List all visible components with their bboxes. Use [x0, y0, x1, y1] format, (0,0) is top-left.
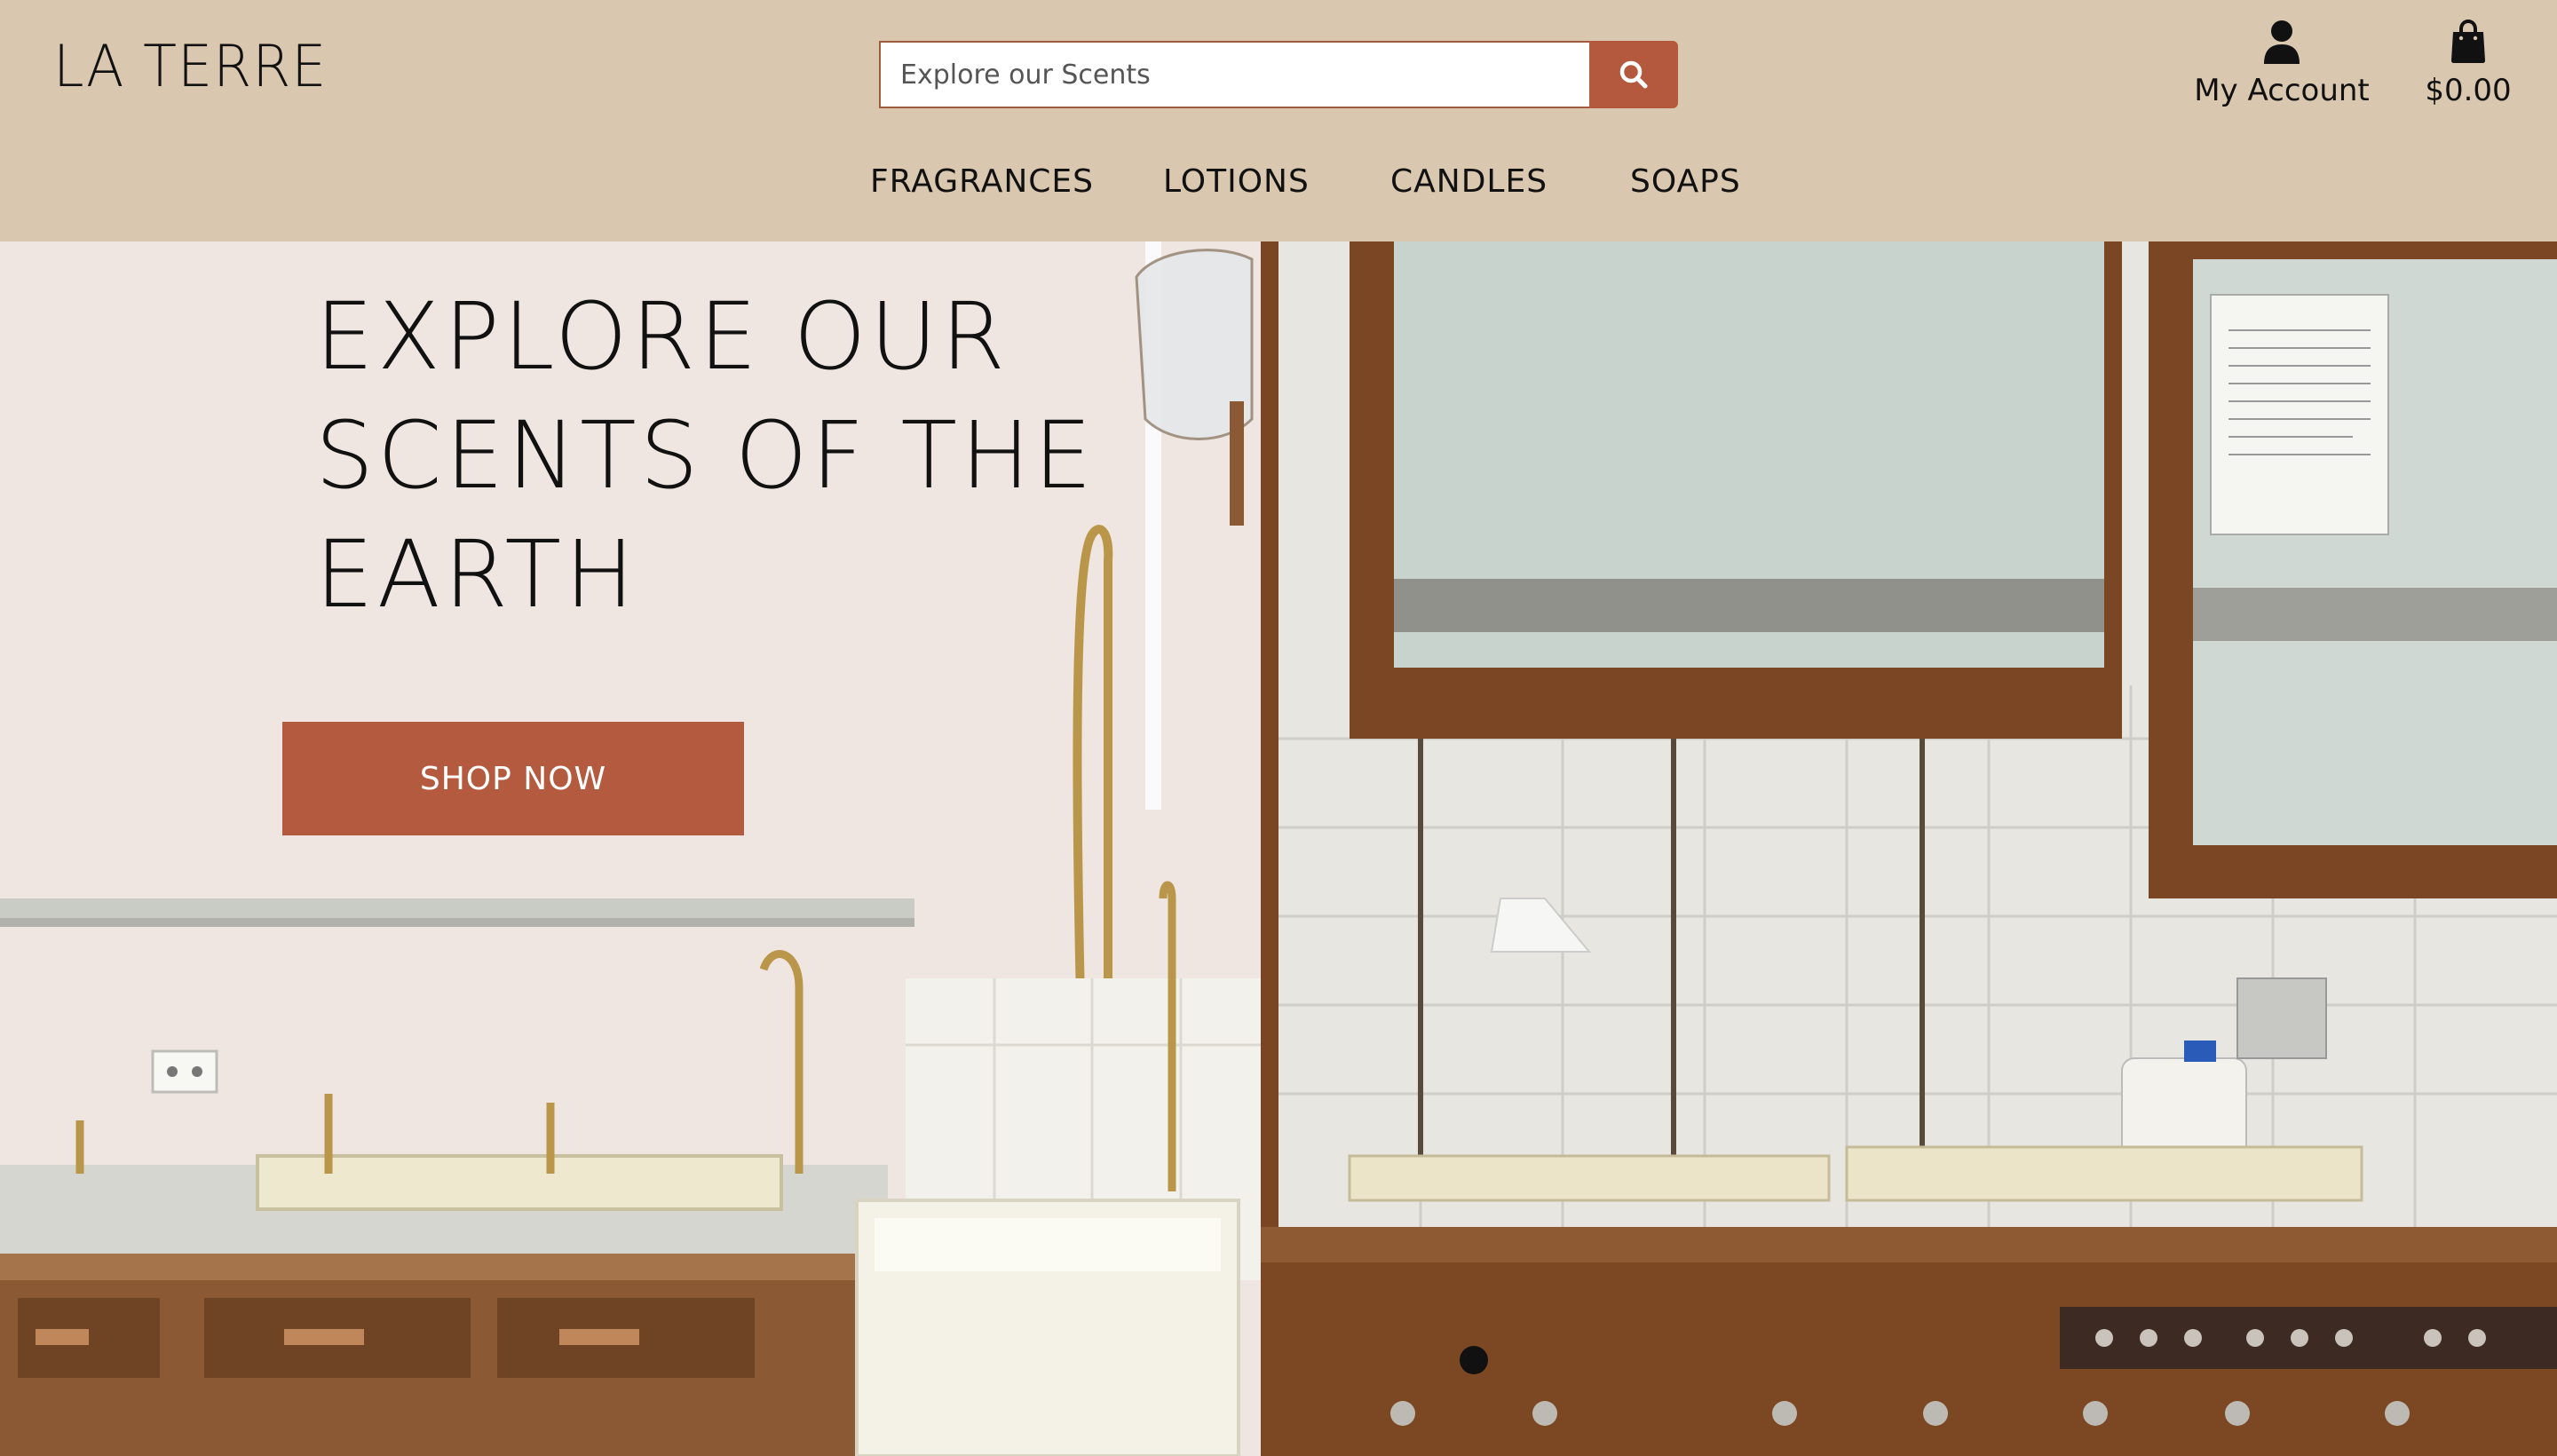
hero-banner: EXPLORE OUR SCENTS OF THE EARTH SHOP NOW [0, 241, 2557, 1456]
user-icon [2264, 20, 2300, 64]
search-icon [1619, 60, 1648, 89]
nav-item-candles[interactable]: CANDLES [1390, 163, 1548, 200]
cart-link[interactable]: $0.00 [2424, 19, 2513, 108]
main-nav: FRAGRANCES LOTIONS CANDLES SOAPS [0, 163, 2557, 213]
search-button[interactable] [1589, 41, 1678, 108]
account-link[interactable]: My Account [2193, 20, 2371, 108]
nav-item-lotions[interactable]: LOTIONS [1163, 163, 1310, 200]
account-label: My Account [2194, 73, 2370, 108]
nav-item-soaps[interactable]: SOAPS [1630, 163, 1741, 200]
shop-now-button[interactable]: SHOP NOW [282, 722, 744, 835]
site-header: LA TERRE My Account $0.00 FRAGRANCES LOT… [0, 0, 2557, 241]
shopping-bag-icon [2451, 19, 2485, 63]
search-bar [879, 41, 1678, 108]
search-input[interactable] [879, 41, 1589, 108]
hero-title: EXPLORE OUR SCENTS OF THE EARTH [315, 282, 1096, 629]
nav-item-fragrances[interactable]: FRAGRANCES [870, 163, 1094, 200]
brand-logo[interactable]: LA TERRE [53, 32, 327, 100]
cart-total: $0.00 [2425, 73, 2512, 108]
